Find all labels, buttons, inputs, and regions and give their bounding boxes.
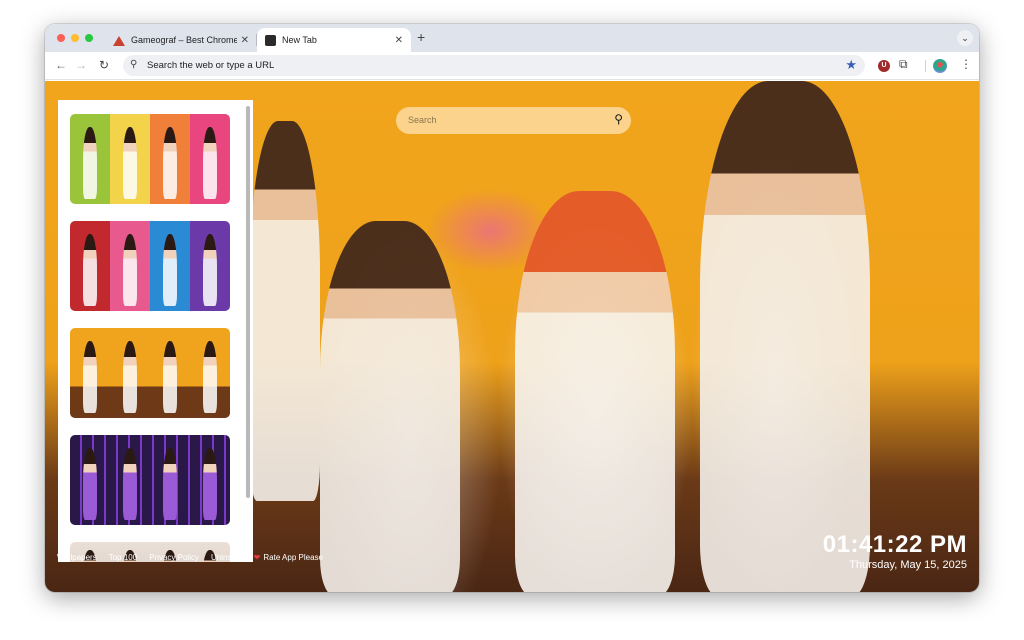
extensions-puzzle-icon[interactable]: ⧉ (899, 57, 908, 72)
tab-title: New Tab (282, 35, 317, 45)
back-arrow-icon[interactable]: ← (55, 58, 67, 72)
search-placeholder: Search (408, 115, 437, 125)
wallpaper-thumbnail[interactable] (70, 435, 230, 525)
new-tab-button[interactable]: + (417, 29, 425, 45)
forward-arrow-icon[interactable]: → (75, 58, 87, 72)
link-top-100[interactable]: Top 100 (109, 553, 137, 562)
close-tab-icon[interactable]: ✕ (241, 35, 249, 46)
wallpaper-figure (700, 81, 870, 592)
link-rate-app[interactable]: ❤ Rate App Please (254, 553, 323, 562)
clock-time: 01:41:22 PM (822, 531, 967, 558)
clock-widget: 01:41:22 PM Thursday, May 15, 2025 (823, 531, 967, 571)
close-window-button[interactable] (57, 34, 65, 42)
browser-toolbar: ← → ↻ ⚲ Search the web or type a URL ★ U… (45, 52, 979, 80)
link-uninstall[interactable]: Uninstall (211, 553, 242, 562)
rate-app-label: Rate App Please (263, 552, 323, 562)
address-bar[interactable]: ⚲ Search the web or type a URL ★ (123, 55, 865, 76)
maximize-window-button[interactable] (85, 34, 93, 42)
wallpaper-thumbnail[interactable] (70, 328, 230, 418)
search-icon[interactable]: ⚲ (614, 112, 623, 126)
menu-kebab-icon[interactable]: ⋮ (960, 57, 972, 71)
heart-icon: ❤ (253, 552, 261, 562)
reload-icon[interactable]: ↻ (99, 58, 109, 72)
gallery-scrollbar[interactable] (246, 106, 250, 498)
tab-new-tab[interactable]: New Tab ✕ (257, 28, 411, 52)
tab-search-chevron-icon[interactable]: ⌄ (957, 30, 973, 46)
wallpaper-figure (320, 221, 460, 592)
wallpaper-gallery-panel (58, 100, 253, 562)
browser-window: Gameograf – Best Chrome Ext ✕ New Tab ✕ … (45, 24, 979, 592)
newtab-icon (265, 34, 276, 46)
footer-links: Wallpapers Top 100 Privacy Policy Uninst… (45, 547, 365, 567)
bookmark-star-icon[interactable]: ★ (845, 57, 857, 73)
tab-gameograf[interactable]: Gameograf – Best Chrome Ext ✕ (105, 28, 257, 52)
wallpaper-thumbnail-list (70, 114, 230, 562)
wallpaper-figure (515, 191, 675, 592)
toolbar-divider (925, 60, 926, 72)
tab-title: Gameograf – Best Chrome Ext (131, 35, 237, 45)
wallpaper-thumbnail[interactable] (70, 221, 230, 311)
gameograf-icon (113, 35, 125, 46)
clock-date: Thursday, May 15, 2025 (849, 559, 967, 571)
search-icon: ⚲ (130, 59, 138, 70)
link-privacy-policy[interactable]: Privacy Policy (149, 553, 199, 562)
new-tab-page: Search ⚲ Wallpapers Top 100 Privacy Poli… (45, 81, 979, 592)
extension-u-icon[interactable]: U (878, 60, 890, 72)
link-wallpapers[interactable]: Wallpapers (57, 553, 97, 562)
profile-avatar[interactable] (933, 59, 947, 73)
close-tab-icon[interactable]: ✕ (395, 35, 403, 46)
wallpaper-figure (250, 121, 320, 501)
address-bar-placeholder: Search the web or type a URL (147, 60, 275, 71)
wallpaper-thumbnail[interactable] (70, 114, 230, 204)
wallpaper-search-input[interactable]: Search ⚲ (396, 107, 631, 134)
tab-strip: Gameograf – Best Chrome Ext ✕ New Tab ✕ … (45, 24, 979, 52)
minimize-window-button[interactable] (71, 34, 79, 42)
